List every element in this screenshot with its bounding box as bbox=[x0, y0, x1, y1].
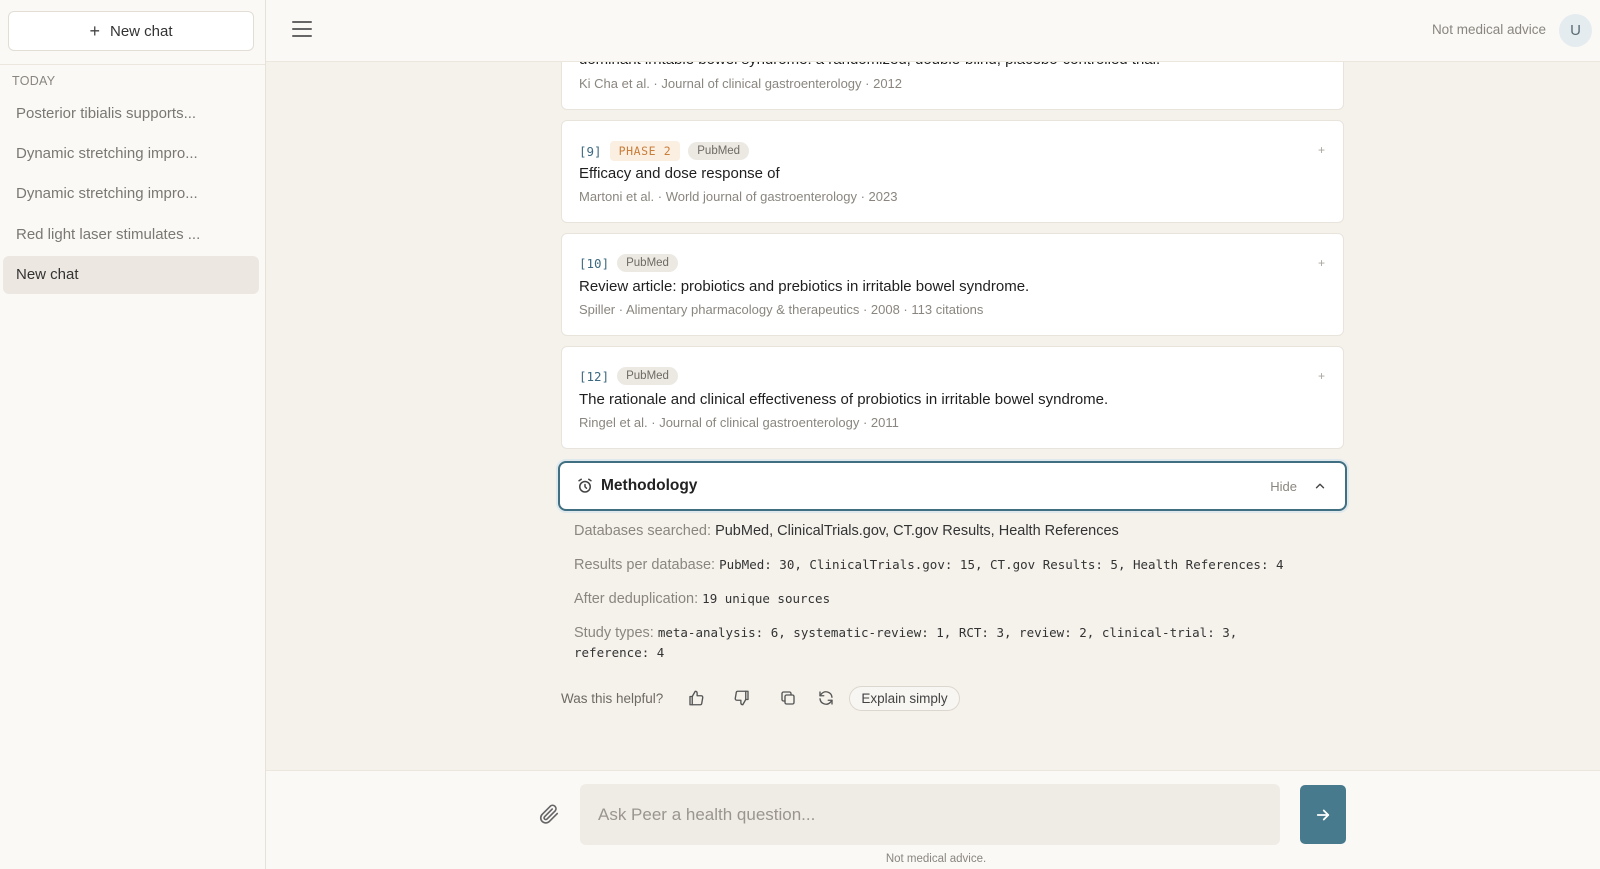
databases-label: Databases searched: bbox=[574, 523, 712, 539]
arrow-right-icon bbox=[1316, 809, 1330, 820]
study-types: Study types: meta-analysis: 6, systemati… bbox=[574, 623, 1294, 663]
chat-item[interactable]: Red light laser stimulates ... bbox=[3, 215, 259, 253]
thumbs-up-icon[interactable] bbox=[687, 689, 705, 707]
databases-value: PubMed, ClinicalTrials.gov, CT.gov Resul… bbox=[715, 523, 1119, 539]
ref-number: [12] bbox=[579, 368, 610, 384]
alarm-clock-icon bbox=[578, 478, 592, 493]
dedup-label: After deduplication: bbox=[574, 591, 699, 607]
chat-item[interactable]: Dynamic stretching impro... bbox=[3, 134, 259, 172]
chat-history-list: Posterior tibialis supports... Dynamic s… bbox=[3, 94, 259, 296]
expand-source-button[interactable]: + bbox=[1318, 369, 1325, 383]
hamburger-menu-icon[interactable] bbox=[292, 21, 312, 39]
phase-badge: PHASE 2 bbox=[609, 141, 681, 161]
sidebar-divider bbox=[0, 64, 265, 65]
types-label: Study types: bbox=[574, 625, 654, 641]
source-card: [12] PubMed The rationale and clinical e… bbox=[561, 346, 1344, 449]
refresh-icon[interactable] bbox=[817, 689, 835, 707]
after-deduplication: After deduplication: 19 unique sources bbox=[574, 589, 830, 609]
main-content: dominant irritable bowel syndrome: a ran… bbox=[266, 0, 1600, 869]
results-value: PubMed: 30, ClinicalTrials.gov: 15, CT.g… bbox=[719, 557, 1284, 572]
section-label-today: TODAY bbox=[12, 74, 56, 88]
avatar[interactable]: U bbox=[1559, 14, 1592, 47]
source-ref-row: [10] PubMed bbox=[579, 254, 678, 272]
source-card: [10] PubMed Review article: probiotics a… bbox=[561, 233, 1344, 336]
methodology-hide-button[interactable]: Hide bbox=[1270, 479, 1297, 494]
topbar: Not medical advice U bbox=[266, 0, 1600, 62]
chevron-up-icon[interactable] bbox=[1313, 479, 1327, 493]
source-meta: Ringel et al. · Journal of clinical gast… bbox=[579, 415, 899, 430]
question-input[interactable] bbox=[580, 784, 1280, 845]
feedback-question: Was this helpful? bbox=[561, 690, 664, 706]
source-ref-row: [12] PubMed bbox=[579, 367, 678, 385]
copy-icon[interactable] bbox=[779, 689, 797, 707]
composer-disclaimer-text: Not medical advice. bbox=[885, 853, 987, 865]
feedback-row: Was this helpful? Explain simply bbox=[561, 685, 960, 711]
methodology-toggle[interactable]: Methodology Hide bbox=[558, 461, 1347, 511]
source-ref-row: [9] PHASE 2 PubMed bbox=[579, 141, 750, 161]
dedup-value: 19 unique sources bbox=[702, 591, 831, 606]
paperclip-icon[interactable] bbox=[538, 803, 560, 825]
source-meta: Spiller · Alimentary pharmacology & ther… bbox=[579, 302, 984, 317]
source-meta: Martoni et al. · World journal of gastro… bbox=[579, 189, 898, 204]
send-button[interactable] bbox=[1300, 785, 1346, 844]
source-badge: PubMed bbox=[688, 142, 750, 160]
composer-bar: Not medical advice. bbox=[266, 770, 1600, 869]
databases-searched: Databases searched: PubMed, ClinicalTria… bbox=[574, 521, 1119, 541]
thumbs-down-icon[interactable] bbox=[733, 689, 751, 707]
source-title[interactable]: The rationale and clinical effectiveness… bbox=[579, 391, 1108, 408]
source-title[interactable]: Review article: probiotics and prebiotic… bbox=[579, 278, 1029, 295]
expand-source-button[interactable]: + bbox=[1318, 256, 1325, 270]
explain-simply-button[interactable]: Explain simply bbox=[849, 685, 960, 711]
medical-disclaimer-note: Not medical advice bbox=[1431, 22, 1546, 37]
chat-item[interactable]: Dynamic stretching impro... bbox=[3, 175, 259, 213]
types-value: meta-analysis: 6, systematic-review: 1, … bbox=[574, 625, 1238, 660]
source-meta: Ki Cha et al. · Journal of clinical gast… bbox=[579, 76, 903, 91]
source-badge: PubMed bbox=[617, 254, 678, 272]
source-card: [9] PHASE 2 PubMed Efficacy and dose res… bbox=[561, 120, 1344, 223]
ref-number: [10] bbox=[579, 255, 610, 271]
plus-icon: + bbox=[89, 21, 100, 41]
results-label: Results per database: bbox=[574, 557, 716, 573]
new-chat-label: New chat bbox=[109, 22, 173, 40]
chat-item-active[interactable]: New chat bbox=[3, 255, 259, 294]
results-per-database: Results per database: PubMed: 30, Clinic… bbox=[574, 555, 1284, 575]
source-title[interactable]: Efficacy and dose response of bbox=[579, 165, 780, 182]
source-badge: PubMed bbox=[617, 367, 678, 385]
ref-number: [9] bbox=[579, 143, 602, 159]
sidebar: + New chat TODAY Posterior tibialis supp… bbox=[0, 0, 266, 869]
expand-source-button[interactable]: + bbox=[1318, 143, 1325, 157]
composer-disclaimer: Not medical advice. bbox=[266, 853, 1600, 865]
new-chat-button[interactable]: + New chat bbox=[8, 11, 254, 51]
chat-item[interactable]: Posterior tibialis supports... bbox=[3, 94, 259, 132]
methodology-title: Methodology bbox=[601, 477, 698, 494]
